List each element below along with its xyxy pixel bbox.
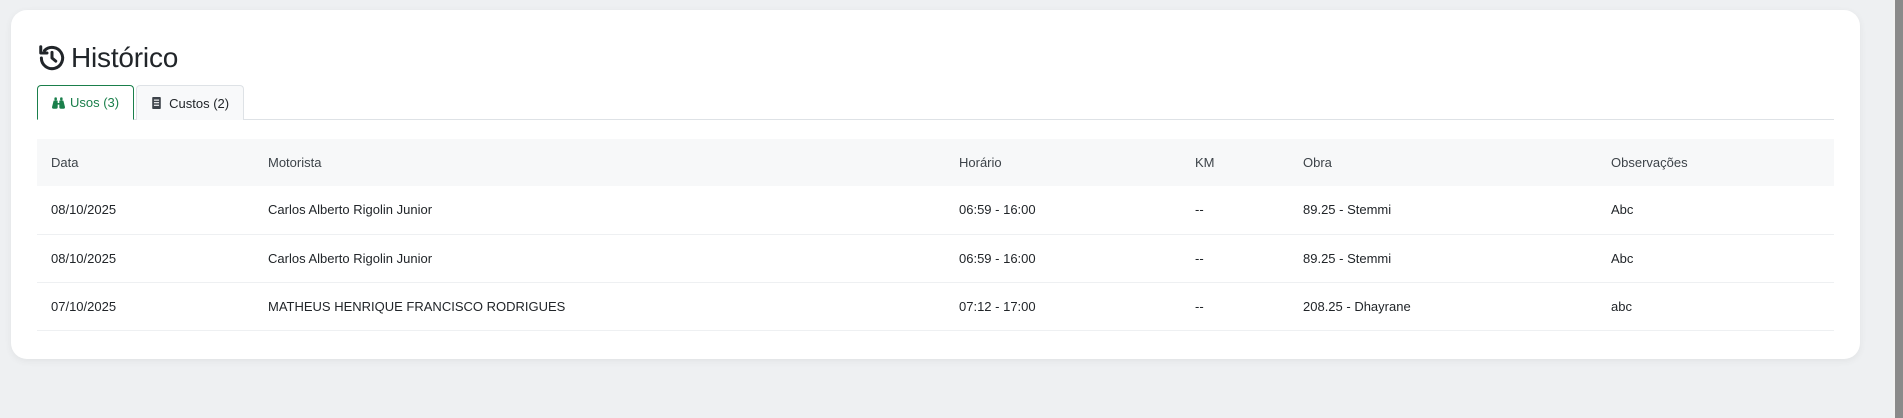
tab-bar: Usos (3) Custos (2) [37,75,1834,120]
table-row: 07/10/2025 MATHEUS HENRIQUE FRANCISCO RO… [37,282,1834,331]
column-header-horario: Horário [959,155,1002,170]
cell-motorista: MATHEUS HENRIQUE FRANCISCO RODRIGUES [254,282,945,331]
cell-observacoes: abc [1597,282,1834,331]
cell-observacoes: Abc [1597,234,1834,283]
cell-horario: 06:59 - 16:00 [945,186,1181,235]
cell-obra: 89.25 - Stemmi [1289,234,1597,283]
usage-table-wrapper: Data Motorista Horário KM Obra Observaçõ… [37,139,1834,331]
tab-usos-label: Usos (3) [70,95,120,110]
cell-obra: 89.25 - Stemmi [1289,186,1597,235]
page-scrollbar[interactable] [1893,0,1903,418]
tab-custos[interactable]: Custos (2) [136,85,245,120]
cell-horario: 06:59 - 16:00 [945,234,1181,283]
table-row: 08/10/2025 Carlos Alberto Rigolin Junior… [37,234,1834,283]
history-card: Histórico Usos (3) Custos (2) Data Motor… [11,10,1860,359]
page-title: Histórico [71,42,179,73]
scrollbar-thumb[interactable] [1893,0,1903,418]
cell-obra: 208.25 - Dhayrane [1289,282,1597,331]
cell-horario: 07:12 - 17:00 [945,282,1181,331]
column-header-obra: Obra [1303,155,1332,170]
cell-data: 08/10/2025 [37,234,254,283]
table-header-row: Data Motorista Horário KM Obra Observaçõ… [37,139,1834,186]
column-header-motorista: Motorista [268,155,322,170]
cell-km: -- [1181,186,1289,235]
column-header-km: KM [1195,155,1215,170]
usage-table: Data Motorista Horário KM Obra Observaçõ… [37,139,1834,331]
history-icon [37,43,67,73]
cell-observacoes: Abc [1597,186,1834,235]
binoculars-icon [52,96,65,109]
column-header-data: Data [51,155,79,170]
card-header: Histórico [37,38,178,78]
column-header-observacoes: Observações [1611,155,1688,170]
cell-motorista: Carlos Alberto Rigolin Junior [254,186,945,235]
cell-km: -- [1181,234,1289,283]
cell-data: 07/10/2025 [37,282,254,331]
receipt-icon [151,97,164,109]
cell-motorista: Carlos Alberto Rigolin Junior [254,234,945,283]
cell-km: -- [1181,282,1289,331]
table-row: 08/10/2025 Carlos Alberto Rigolin Junior… [37,186,1834,235]
tab-custos-label: Custos (2) [169,95,230,111]
cell-data: 08/10/2025 [37,186,254,235]
tab-usos[interactable]: Usos (3) [37,85,135,120]
